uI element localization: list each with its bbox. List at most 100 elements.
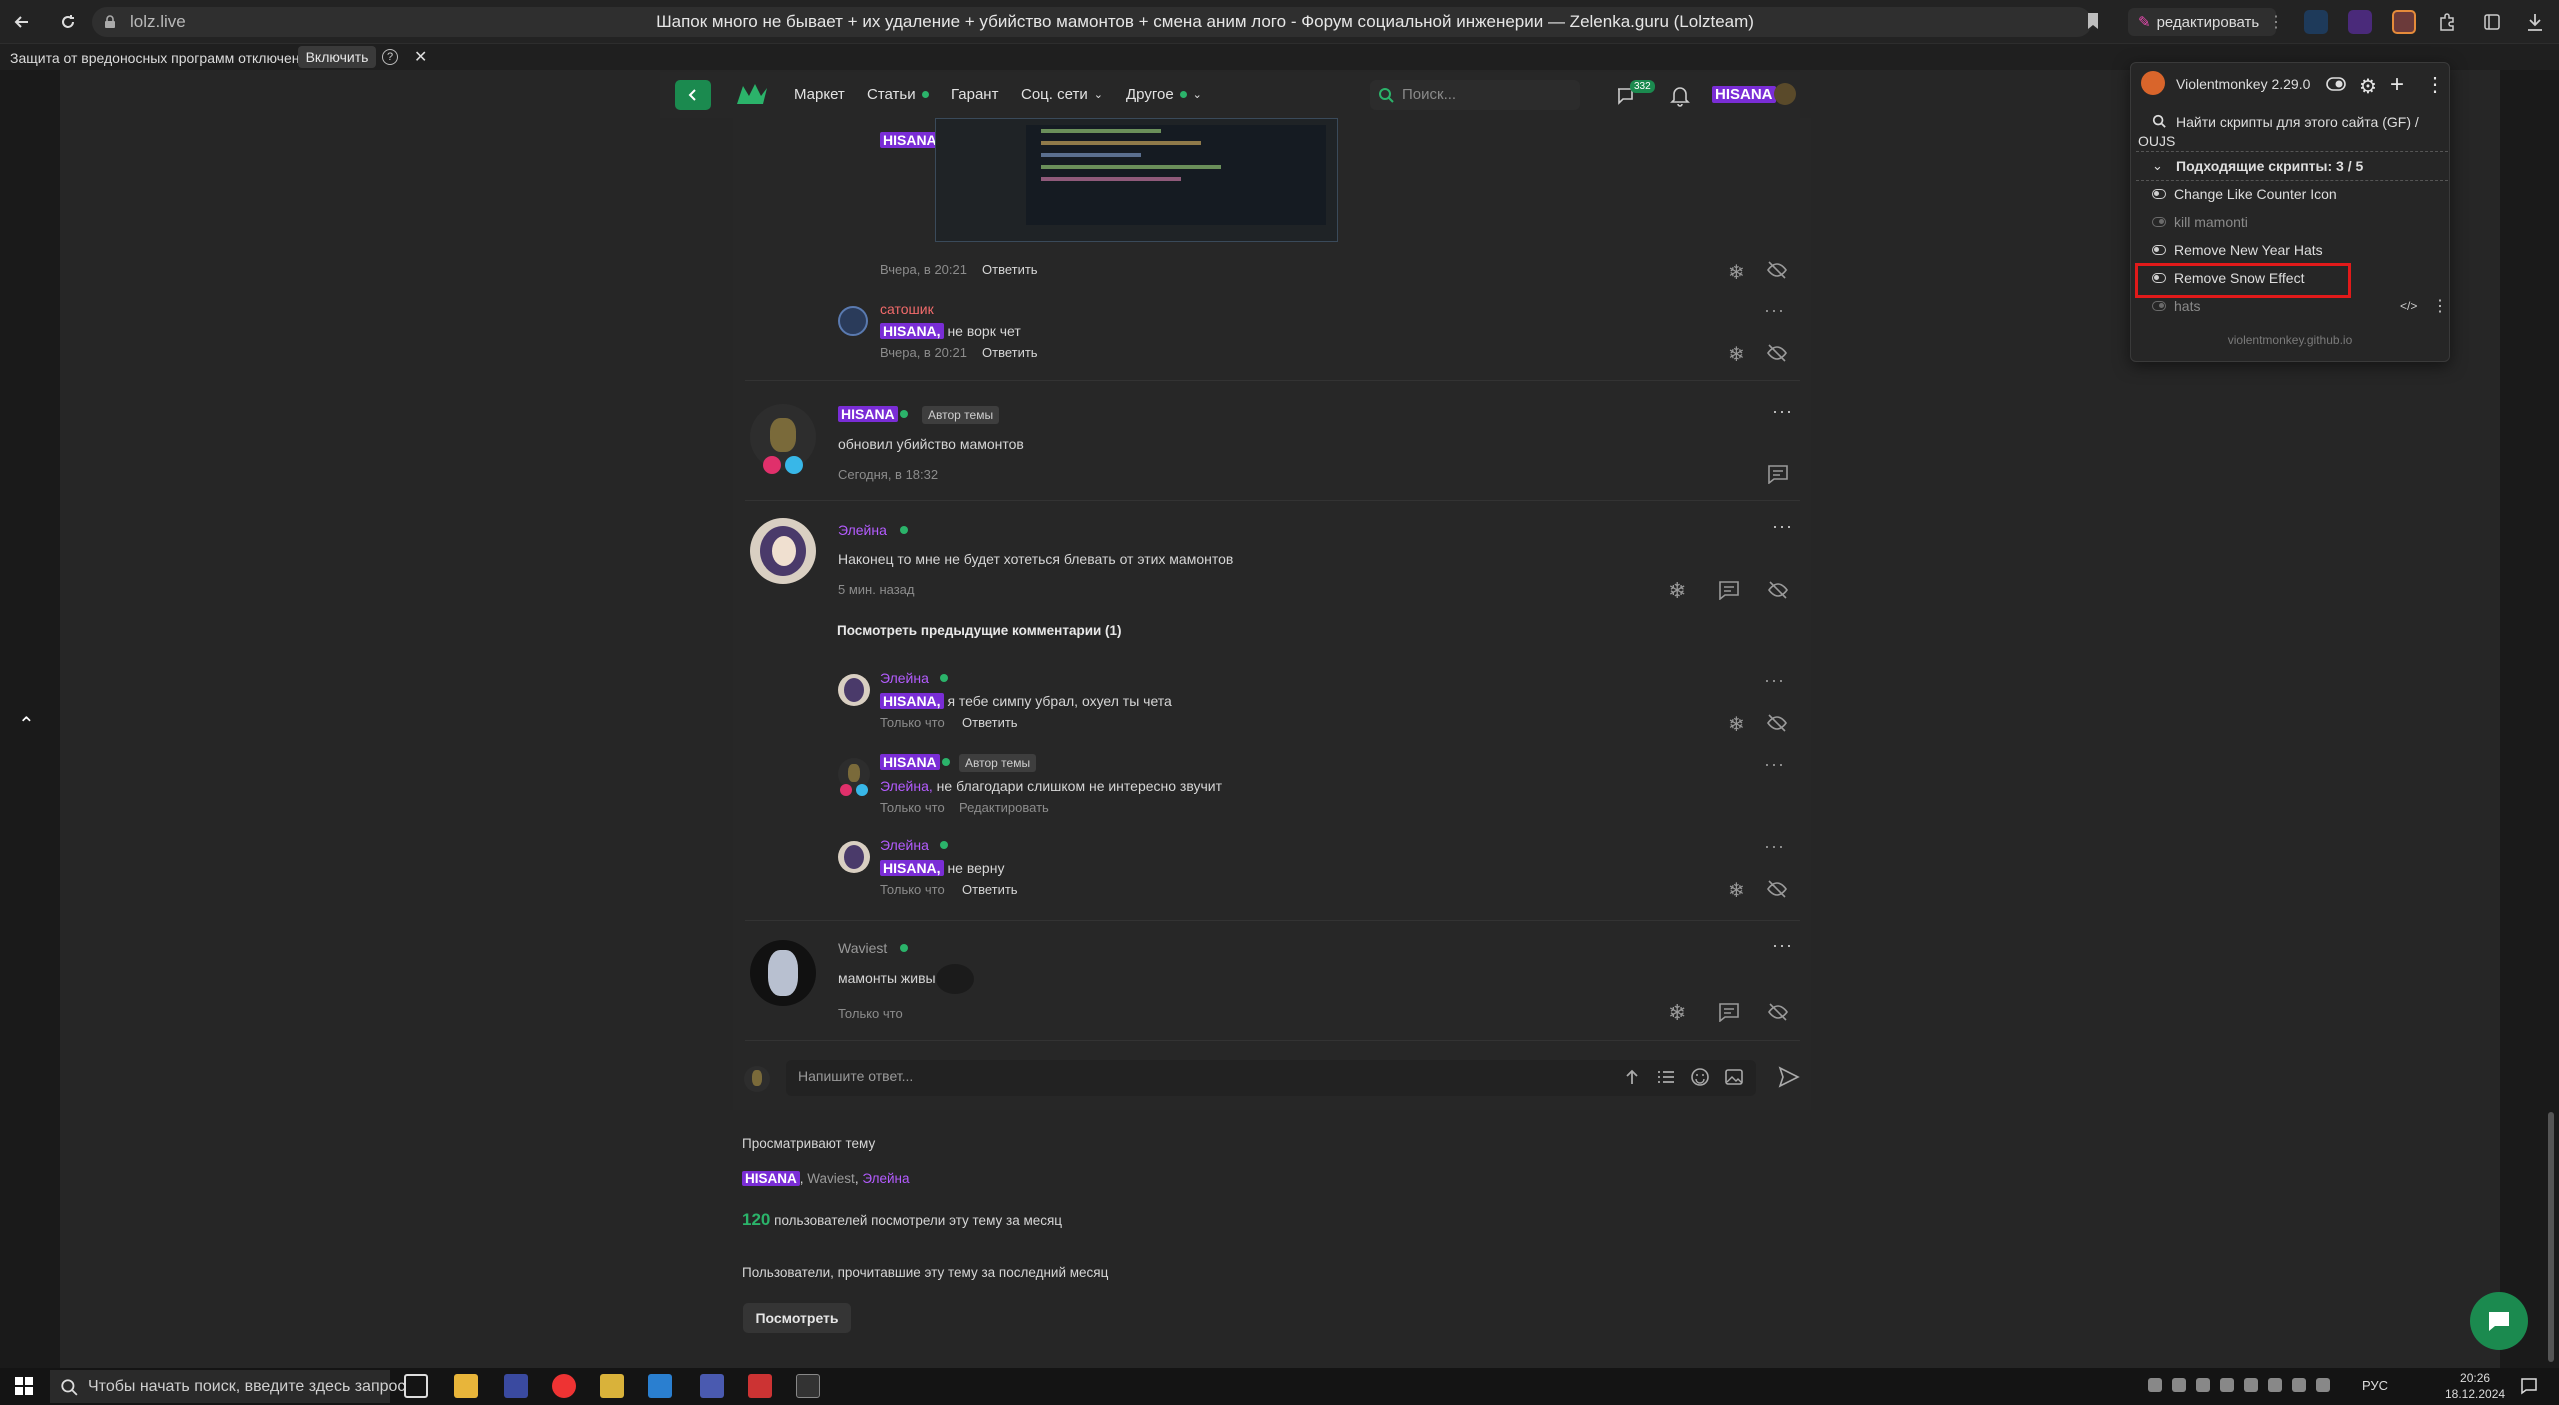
site-info-icon[interactable] xyxy=(102,14,118,30)
post-author[interactable]: Waviest xyxy=(838,940,887,956)
post-timestamp[interactable]: Только что xyxy=(838,1006,903,1021)
script-item[interactable]: Change Like Counter Icon xyxy=(2152,186,2337,202)
comment-icon[interactable] xyxy=(1718,1002,1740,1022)
header-username[interactable]: HISANA xyxy=(1712,86,1776,103)
script-item[interactable]: kill mamonti xyxy=(2152,214,2248,230)
post-timestamp[interactable]: Сегодня, в 18:32 xyxy=(838,467,938,482)
snowflake-icon[interactable]: ❄ xyxy=(1668,578,1690,603)
show-previous-comments-link[interactable]: Посмотреть предыдущие комментарии (1) xyxy=(837,623,1122,638)
edit-link[interactable]: Редактировать xyxy=(959,800,1049,815)
toggle-on-icon[interactable] xyxy=(2152,245,2166,255)
viewer-link[interactable]: Waviest xyxy=(807,1171,855,1186)
bell-icon[interactable] xyxy=(1670,85,1690,107)
code-screenshot-image[interactable] xyxy=(935,118,1338,242)
more-options-icon[interactable]: ··· xyxy=(1772,401,1793,422)
nav-social[interactable]: Соц. сети ⌄ xyxy=(1021,86,1103,103)
system-tray[interactable] xyxy=(2148,1378,2348,1396)
more-vertical-icon[interactable]: ⋮ xyxy=(2425,72,2445,97)
app-icon[interactable] xyxy=(504,1374,528,1398)
app-icon[interactable] xyxy=(748,1374,772,1398)
extension-icon[interactable] xyxy=(2304,10,2328,34)
windows-start-icon[interactable] xyxy=(14,1376,34,1396)
post-author[interactable]: HISANA xyxy=(838,406,898,422)
viewer-link[interactable]: HISANA xyxy=(742,1171,800,1186)
close-icon[interactable]: ✕ xyxy=(414,47,427,67)
snowflake-icon[interactable]: ❄ xyxy=(1668,1000,1690,1025)
image-icon[interactable] xyxy=(1724,1067,1744,1087)
nav-articles[interactable]: Статьи xyxy=(867,86,929,103)
comment-icon[interactable] xyxy=(1767,464,1789,484)
avatar[interactable] xyxy=(750,518,816,584)
snowflake-icon[interactable]: ❄ xyxy=(1728,878,1750,902)
hide-icon[interactable] xyxy=(1766,343,1788,363)
hide-icon[interactable] xyxy=(1767,580,1789,600)
matching-scripts-label[interactable]: Подходящие скрипты: 3 / 5 xyxy=(2176,158,2363,174)
script-item[interactable]: Remove New Year Hats xyxy=(2152,242,2323,258)
reply-link[interactable]: Ответить xyxy=(962,882,1018,897)
nav-market[interactable]: Маркет xyxy=(794,86,845,103)
hide-icon[interactable] xyxy=(1766,879,1788,899)
more-options-icon[interactable]: ··· xyxy=(1764,670,1785,691)
hide-icon[interactable] xyxy=(1766,260,1788,280)
snowflake-icon[interactable]: ❄ xyxy=(1728,260,1750,284)
comment-author[interactable]: Элейна xyxy=(880,670,929,686)
avatar[interactable] xyxy=(838,841,870,873)
help-icon[interactable]: ? xyxy=(382,49,398,65)
emoji-icon[interactable] xyxy=(1690,1067,1710,1087)
more-options-icon[interactable]: ··· xyxy=(1764,300,1785,321)
nav-other[interactable]: Другое ⌄ xyxy=(1126,86,1202,103)
download-icon[interactable] xyxy=(2526,12,2544,32)
avatar[interactable] xyxy=(750,404,816,470)
toggle-enabled-icon[interactable] xyxy=(2326,77,2346,91)
edit-button[interactable]: ✎ редактировать xyxy=(2128,8,2276,36)
avatar[interactable] xyxy=(1774,83,1796,105)
reply-link[interactable]: Ответить xyxy=(982,345,1038,360)
more-options-icon[interactable]: ··· xyxy=(1772,516,1793,537)
app-icon[interactable] xyxy=(600,1374,624,1398)
comment-timestamp[interactable]: Вчера, в 20:21 xyxy=(880,345,967,360)
taskbar-clock[interactable]: 20:26 18.12.2024 xyxy=(2445,1370,2505,1402)
toggle-off-icon[interactable] xyxy=(2152,217,2166,227)
extensions-puzzle-icon[interactable] xyxy=(2437,12,2457,32)
more-options-icon[interactable]: ··· xyxy=(1764,754,1785,775)
comment-author[interactable]: HISANA xyxy=(880,754,940,770)
list-icon[interactable] xyxy=(1656,1067,1676,1087)
language-indicator[interactable]: РУС xyxy=(2362,1378,2388,1393)
more-options-icon[interactable]: ··· xyxy=(1764,836,1785,857)
collections-icon[interactable] xyxy=(2482,12,2502,32)
vscode-icon[interactable] xyxy=(648,1374,672,1398)
reload-icon[interactable] xyxy=(54,8,82,36)
site-logo-icon[interactable] xyxy=(735,82,769,108)
scroll-up-icon[interactable]: ⌃ xyxy=(18,712,35,737)
file-explorer-icon[interactable] xyxy=(454,1374,478,1398)
yandex-browser-icon[interactable] xyxy=(552,1374,576,1398)
settings-icon[interactable]: ⚙ xyxy=(2359,74,2377,99)
comment-timestamp[interactable]: Вчера, в 20:21 xyxy=(880,262,967,277)
post-timestamp[interactable]: 5 мин. назад xyxy=(838,582,914,597)
chevron-down-icon[interactable]: ⌄ xyxy=(2152,158,2163,174)
snowflake-icon[interactable]: ❄ xyxy=(1728,712,1750,736)
comment-author[interactable]: Элейна xyxy=(880,837,929,853)
hide-icon[interactable] xyxy=(1766,713,1788,733)
comment-timestamp[interactable]: Только что xyxy=(880,715,945,730)
toggle-on-icon[interactable] xyxy=(2152,189,2166,199)
task-view-icon[interactable] xyxy=(404,1374,428,1398)
more-vertical-icon[interactable]: ⋮ xyxy=(2432,296,2448,316)
avatar[interactable] xyxy=(838,306,868,336)
code-icon[interactable]: </> xyxy=(2400,299,2417,313)
app-icon[interactable] xyxy=(700,1374,724,1398)
find-scripts-link[interactable]: Найти скрипты для этого сайта (GF) / xyxy=(2176,114,2419,130)
header-back-button[interactable] xyxy=(675,80,711,110)
script-item[interactable]: hats xyxy=(2152,298,2200,314)
avatar[interactable] xyxy=(838,674,870,706)
notifications-icon[interactable] xyxy=(2520,1377,2538,1395)
comment-timestamp[interactable]: Только что xyxy=(880,800,945,815)
nav-guarantor[interactable]: Гарант xyxy=(951,86,998,103)
snowflake-icon[interactable]: ❄ xyxy=(1728,342,1750,366)
extension-icon[interactable] xyxy=(2348,10,2372,34)
chat-button[interactable] xyxy=(2470,1292,2528,1350)
scrollbar[interactable] xyxy=(2548,1112,2554,1362)
add-script-icon[interactable]: + xyxy=(2390,71,2404,99)
comment-timestamp[interactable]: Только что xyxy=(880,882,945,897)
reply-link[interactable]: Ответить xyxy=(982,262,1038,277)
